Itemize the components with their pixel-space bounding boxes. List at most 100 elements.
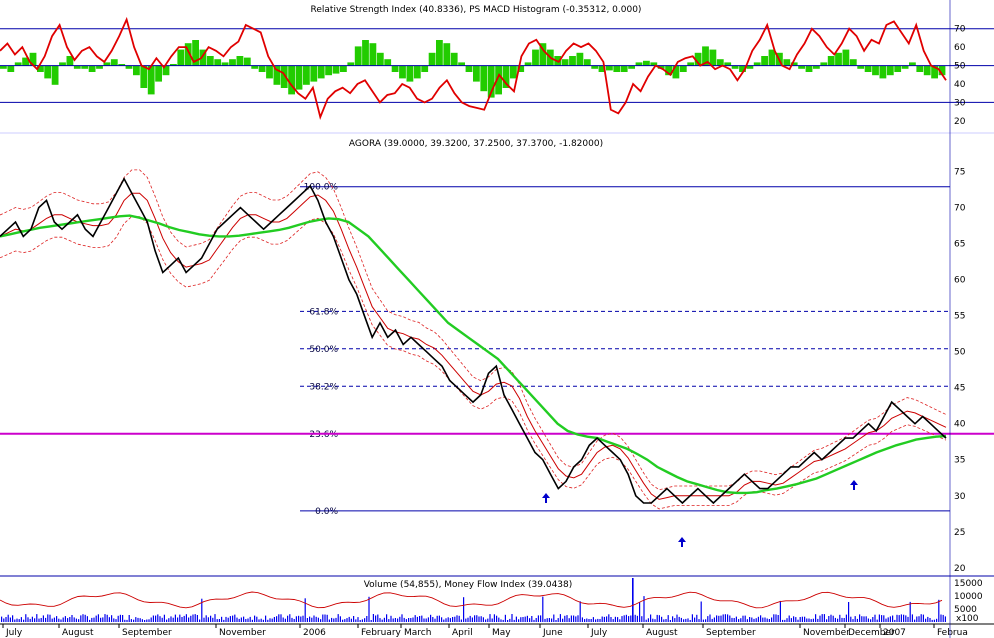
histogram-bar xyxy=(399,65,406,79)
volume-bar xyxy=(559,614,561,622)
volume-bar xyxy=(401,614,403,622)
volume-bar xyxy=(359,620,361,622)
volume-bar xyxy=(392,618,394,622)
volume-bar xyxy=(89,619,91,622)
volume-bar xyxy=(31,616,33,622)
volume-bar xyxy=(47,614,49,622)
volume-bar xyxy=(493,614,495,622)
volume-bar xyxy=(614,616,616,622)
volume-bar xyxy=(174,614,176,622)
volume-bar xyxy=(185,614,187,622)
price-y-tick: 60 xyxy=(954,276,966,286)
volume-bar xyxy=(449,618,451,622)
volume-bar xyxy=(181,617,183,622)
volume-bar xyxy=(9,617,11,622)
histogram-bar xyxy=(362,40,369,66)
volume-bar xyxy=(172,617,174,622)
volume-bar xyxy=(133,619,135,622)
volume-bar xyxy=(533,619,535,622)
volume-bar xyxy=(540,615,542,622)
volume-bar xyxy=(586,618,588,622)
histogram-bar xyxy=(317,65,325,79)
volume-bar xyxy=(522,617,524,622)
volume-bar xyxy=(496,615,498,622)
histogram-bar xyxy=(842,49,850,66)
histogram-bar xyxy=(849,59,857,66)
volume-bar xyxy=(515,616,517,622)
histogram-bar xyxy=(716,59,724,66)
volume-bar xyxy=(25,614,27,622)
volume-bar xyxy=(67,618,69,622)
volume-bar xyxy=(724,614,726,622)
volume-bar xyxy=(630,615,632,622)
volume-bar xyxy=(383,617,385,622)
volume-bar xyxy=(944,616,946,622)
month-label: 2007 xyxy=(883,628,906,638)
volume-bar xyxy=(713,617,715,622)
volume-bar xyxy=(566,615,568,622)
volume-bar xyxy=(280,614,282,622)
volume-bar xyxy=(834,617,836,622)
volume-bar xyxy=(658,615,660,622)
volume-bar xyxy=(881,615,883,622)
volume-bar xyxy=(298,615,300,622)
volume-bar xyxy=(498,617,500,622)
fibonacci-label: 38.2% xyxy=(309,382,338,392)
histogram-bar xyxy=(805,65,813,72)
volume-bar xyxy=(707,616,709,622)
volume-bar xyxy=(372,614,374,622)
volume-bar xyxy=(641,616,643,622)
month-label: August xyxy=(62,628,94,638)
volume-bar xyxy=(78,619,80,622)
volume-bar xyxy=(463,597,465,622)
volume-bar xyxy=(511,614,513,622)
volume-bar xyxy=(907,616,909,622)
histogram-bar xyxy=(643,60,650,66)
month-label: November xyxy=(219,628,266,638)
volume-bar xyxy=(731,617,733,622)
volume-bar xyxy=(1,616,3,622)
volume-bar xyxy=(621,616,623,622)
volume-bar xyxy=(339,616,341,622)
volume-scale-note: x100 xyxy=(956,614,979,624)
volume-bar xyxy=(709,614,711,622)
volume-bar xyxy=(817,618,819,622)
histogram-bar xyxy=(465,65,473,72)
volume-bar xyxy=(815,614,817,622)
volume-bar xyxy=(900,614,902,622)
volume-bar xyxy=(324,614,326,622)
volume-bar xyxy=(845,614,847,622)
price-y-tick: 25 xyxy=(954,528,965,538)
volume-bar xyxy=(867,618,869,622)
volume-bar xyxy=(410,618,412,622)
volume-bar xyxy=(293,619,295,622)
volume-bar xyxy=(386,614,388,622)
volume-bar xyxy=(152,615,154,622)
histogram-bar xyxy=(310,65,318,82)
volume-bar xyxy=(36,614,38,622)
volume-bar xyxy=(229,616,231,622)
volume-bar xyxy=(361,619,363,622)
volume-bar xyxy=(221,616,223,622)
month-label: Februa xyxy=(937,628,968,638)
volume-bar xyxy=(317,617,319,622)
volume-bar xyxy=(601,616,603,622)
histogram-bar xyxy=(303,65,310,85)
volume-bar xyxy=(810,619,812,622)
volume-bar xyxy=(898,615,900,622)
volume-bar xyxy=(551,618,553,622)
volume-bar xyxy=(150,617,152,622)
volume-bar xyxy=(830,614,832,622)
histogram-bar xyxy=(886,65,894,76)
fibonacci-label: 50.0% xyxy=(309,345,338,355)
histogram-bar xyxy=(783,59,791,66)
volume-bar xyxy=(702,619,704,622)
month-label: April xyxy=(452,628,473,638)
volume-bar xyxy=(773,614,775,622)
volume-bar xyxy=(612,619,614,622)
volume-bar xyxy=(364,618,366,622)
month-label: March xyxy=(404,628,431,638)
histogram-bar xyxy=(450,52,458,66)
volume-bar xyxy=(18,619,20,622)
volume-bar xyxy=(738,619,740,622)
